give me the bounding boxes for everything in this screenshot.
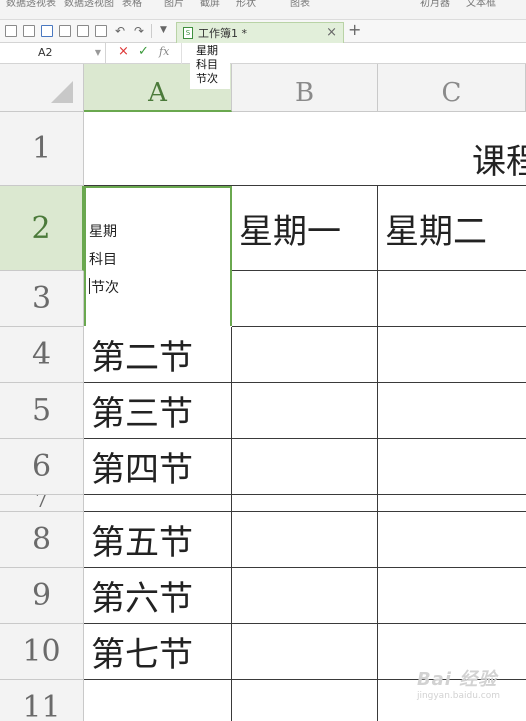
cell-b2[interactable]: 星期一 bbox=[232, 186, 378, 271]
cell-b6[interactable] bbox=[232, 439, 378, 495]
ribbon-item[interactable]: 图片 bbox=[164, 0, 184, 9]
ribbon-item[interactable]: 形状 bbox=[236, 0, 256, 9]
cell-b7[interactable] bbox=[232, 495, 378, 512]
formula-line: 科目 bbox=[196, 58, 218, 71]
cell-a8[interactable]: 第五节 bbox=[84, 512, 232, 568]
column-header-b[interactable]: B bbox=[232, 64, 378, 112]
watermark-text: Bai 经验 bbox=[416, 669, 498, 690]
watermark-url: jingyan.baidu.com bbox=[416, 691, 500, 701]
cell-b8[interactable] bbox=[232, 512, 378, 568]
cell-c4[interactable] bbox=[378, 327, 526, 383]
print-preview-icon[interactable] bbox=[95, 25, 107, 37]
cell-c7[interactable] bbox=[378, 495, 526, 512]
open-folder-icon[interactable] bbox=[23, 25, 35, 37]
cell-a6[interactable]: 第四节 bbox=[84, 439, 232, 495]
title-cell[interactable]: 课程表 bbox=[84, 112, 526, 186]
cell-b4[interactable] bbox=[232, 327, 378, 383]
cell-a7[interactable] bbox=[84, 495, 232, 512]
formula-input[interactable]: 星期 科目 节次 bbox=[190, 43, 230, 89]
select-all-button[interactable] bbox=[0, 64, 84, 112]
workbook-tab[interactable]: S 工作簿1 * × bbox=[176, 22, 344, 43]
cell-c6[interactable] bbox=[378, 439, 526, 495]
workbook-tab-title: 工作簿1 * bbox=[198, 27, 247, 40]
name-box[interactable]: A2 ▼ bbox=[0, 43, 106, 63]
spreadsheet-grid: A B C 1 2 3 4 5 6 7 8 9 10 11 课程表 星期一 星期… bbox=[0, 64, 526, 721]
cell-reference: A2 bbox=[38, 46, 53, 59]
cell-a9[interactable]: 第六节 bbox=[84, 568, 232, 624]
ribbon-item[interactable]: 初月器 bbox=[420, 0, 450, 9]
row-header-3[interactable]: 3 bbox=[0, 271, 84, 327]
cell-c5[interactable] bbox=[378, 383, 526, 439]
row-header-6[interactable]: 6 bbox=[0, 439, 84, 495]
close-tab-icon[interactable]: × bbox=[326, 25, 337, 40]
toolbar-divider bbox=[151, 24, 152, 38]
formula-line: 星期 bbox=[196, 44, 218, 57]
watermark-logo: Bai 经验 jingyan.baidu.com bbox=[417, 665, 500, 701]
ribbon-strip: 数据透视表 数据透视图 表格 图片 截屏 形状 图表 初月器 文本框 bbox=[0, 0, 526, 20]
save-icon[interactable] bbox=[41, 25, 53, 37]
print-icon[interactable] bbox=[77, 25, 89, 37]
cell-a4[interactable]: 第二节 bbox=[84, 327, 232, 383]
insert-function-icon[interactable]: fx bbox=[159, 45, 169, 58]
ribbon-item[interactable]: 图表 bbox=[290, 0, 310, 9]
new-doc-icon[interactable] bbox=[5, 25, 17, 37]
new-tab-icon[interactable]: + bbox=[348, 20, 361, 39]
ribbon-item[interactable]: 数据透视表 bbox=[6, 0, 56, 9]
row-header-2[interactable]: 2 bbox=[0, 186, 84, 271]
formula-bar-divider bbox=[181, 43, 182, 64]
cell-a2-line-text: 节次 bbox=[91, 280, 119, 296]
cell-c3[interactable] bbox=[378, 271, 526, 327]
cell-b5[interactable] bbox=[232, 383, 378, 439]
row-header-1[interactable]: 1 bbox=[0, 112, 84, 186]
select-all-triangle-icon bbox=[51, 81, 73, 103]
row-header-5[interactable]: 5 bbox=[0, 383, 84, 439]
cell-a11[interactable] bbox=[84, 680, 232, 721]
cell-c2[interactable]: 星期二 bbox=[378, 186, 526, 271]
row-header-4[interactable]: 4 bbox=[0, 327, 84, 383]
undo-icon[interactable]: ↶ bbox=[114, 25, 126, 37]
cell-a2-line-last: 节次 bbox=[89, 274, 230, 302]
ribbon-item[interactable]: 表格 bbox=[122, 0, 142, 9]
formula-bar: A2 ▼ × ✓ fx bbox=[0, 43, 526, 64]
cancel-edit-icon[interactable]: × bbox=[118, 44, 129, 59]
cell-b10[interactable] bbox=[232, 624, 378, 680]
cell-c9[interactable] bbox=[378, 568, 526, 624]
row-header-7[interactable]: 7 bbox=[0, 495, 84, 512]
row-header-11[interactable]: 11 bbox=[0, 680, 84, 721]
ribbon-item[interactable]: 文本框 bbox=[466, 0, 496, 9]
cell-a5[interactable]: 第三节 bbox=[84, 383, 232, 439]
row-header-9[interactable]: 9 bbox=[0, 568, 84, 624]
cell-c8[interactable] bbox=[378, 512, 526, 568]
text-cursor bbox=[89, 278, 90, 294]
ribbon-item[interactable]: 数据透视图 bbox=[64, 0, 114, 9]
row-header-8[interactable]: 8 bbox=[0, 512, 84, 568]
redo-icon[interactable]: ↷ bbox=[133, 25, 145, 37]
cell-a10[interactable]: 第七节 bbox=[84, 624, 232, 680]
formula-line: 节次 bbox=[196, 72, 218, 85]
customize-dropdown-icon[interactable]: ▼ bbox=[160, 25, 167, 35]
chevron-down-icon[interactable]: ▼ bbox=[95, 43, 101, 63]
cell-b11[interactable] bbox=[232, 680, 378, 721]
cell-a2-line: 星期 bbox=[89, 224, 117, 240]
row-header-10[interactable]: 10 bbox=[0, 624, 84, 680]
cell-a2-line: 科目 bbox=[89, 252, 117, 268]
confirm-edit-icon[interactable]: ✓ bbox=[138, 44, 149, 59]
column-header-c[interactable]: C bbox=[378, 64, 526, 112]
cell-b9[interactable] bbox=[232, 568, 378, 624]
save-as-icon[interactable] bbox=[59, 25, 71, 37]
spreadsheet-file-icon: S bbox=[183, 27, 193, 39]
cell-a2-editor[interactable]: 星期 科目 节次 bbox=[84, 186, 232, 326]
ribbon-item[interactable]: 截屏 bbox=[200, 0, 220, 9]
cell-b3[interactable] bbox=[232, 271, 378, 327]
